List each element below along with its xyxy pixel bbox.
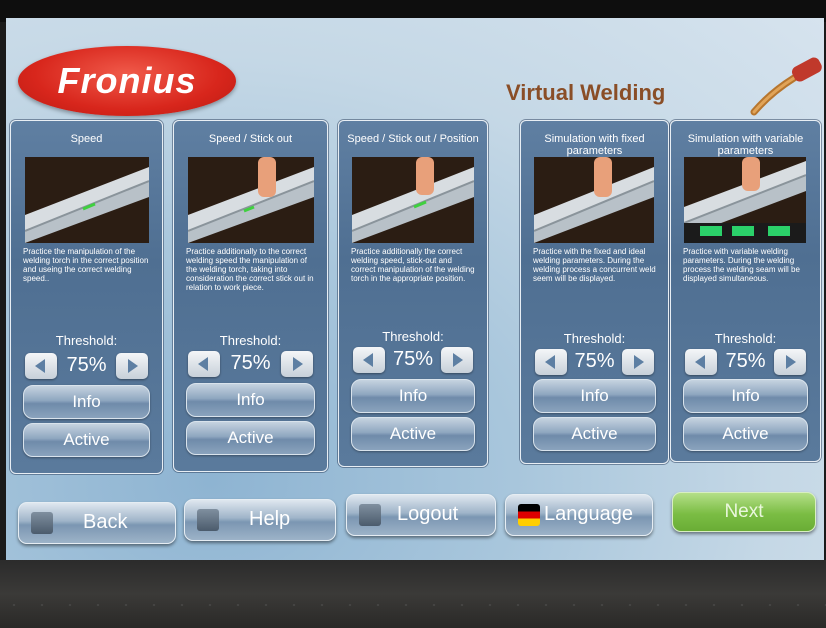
weld-preview-image [684, 157, 806, 243]
threshold-label: Threshold: [563, 331, 626, 346]
right-arrow-icon [128, 359, 138, 373]
mode-card-speed: Speed Practice the manipulation of the w… [10, 120, 163, 474]
threshold-value: 75% [574, 350, 615, 372]
question-icon [197, 509, 219, 531]
right-arrow-icon [293, 357, 303, 371]
threshold-increase-button[interactable] [281, 351, 313, 377]
weld-preview-image [352, 157, 474, 243]
mode-description: Practice with variable welding parameter… [683, 247, 800, 283]
weld-preview-image [25, 157, 149, 243]
threshold-increase-button[interactable] [774, 349, 806, 375]
logout-label: Logout [397, 503, 459, 525]
threshold-label: Threshold: [219, 333, 282, 348]
flag-icon [518, 504, 540, 526]
threshold-value: 75% [725, 350, 766, 372]
active-button[interactable]: Active [533, 417, 656, 451]
threshold-value: 75% [392, 348, 434, 370]
right-arrow-icon [786, 355, 796, 369]
left-arrow-icon [545, 355, 555, 369]
mode-title: Speed / Stick out [208, 133, 293, 145]
mode-description: Practice additionally to the correct wel… [186, 247, 314, 292]
language-button[interactable]: Language [505, 494, 653, 536]
mode-title: Speed [70, 133, 103, 145]
mode-card-simulation-variable: Simulation with variable parameters Prac… [670, 120, 821, 462]
weld-preview-image [188, 157, 314, 243]
threshold-control: 75% [25, 353, 148, 379]
threshold-increase-button[interactable] [116, 353, 148, 379]
back-label: Back [83, 511, 128, 533]
threshold-control: 75% [188, 351, 313, 377]
mode-description: Practice the manipulation of the welding… [23, 247, 149, 283]
info-button[interactable]: Info [351, 379, 475, 413]
info-button[interactable]: Info [186, 383, 315, 417]
weld-preview-image [534, 157, 654, 243]
left-arrow-icon [198, 357, 208, 371]
threshold-control: 75% [535, 349, 654, 375]
threshold-decrease-button[interactable] [353, 347, 385, 373]
mode-card-simulation-fixed: Simulation with fixed parameters Practic… [520, 120, 669, 464]
threshold-label: Threshold: [382, 329, 444, 344]
left-arrow-icon [35, 359, 45, 373]
threshold-label: Threshold: [714, 331, 777, 346]
threshold-decrease-button[interactable] [25, 353, 57, 379]
mode-card-speed-stick-out-position: Speed / Stick out / Position Practice ad… [338, 120, 488, 467]
app-title: Virtual Welding [506, 80, 666, 105]
threshold-value: 75% [66, 354, 107, 376]
monitor-bezel-bottom [0, 560, 826, 628]
active-button[interactable]: Active [23, 423, 150, 457]
info-button[interactable]: Info [533, 379, 656, 413]
left-arrow-icon [695, 355, 705, 369]
threshold-increase-button[interactable] [441, 347, 473, 373]
left-arrow-icon [363, 353, 373, 367]
threshold-value: 75% [230, 352, 271, 374]
back-button[interactable]: Back [18, 502, 176, 544]
active-button[interactable]: Active [683, 417, 808, 451]
help-button[interactable]: Help [184, 499, 336, 541]
mode-title: Speed / Stick out / Position [347, 133, 479, 145]
logo-text: Fronius [57, 60, 197, 101]
info-button[interactable]: Info [683, 379, 808, 413]
help-label: Help [249, 508, 291, 530]
key-icon [359, 504, 381, 526]
home-icon [31, 512, 53, 534]
logout-button[interactable]: Logout [346, 494, 496, 536]
mode-title: Simulation with variable parameters [687, 133, 804, 157]
active-button[interactable]: Active [186, 421, 315, 455]
threshold-decrease-button[interactable] [535, 349, 567, 375]
right-arrow-icon [634, 355, 644, 369]
language-label: Language [544, 503, 633, 525]
mode-description: Practice with the fixed and ideal weldin… [533, 247, 656, 283]
right-arrow-icon [453, 353, 463, 367]
threshold-label: Threshold: [55, 333, 118, 348]
info-button[interactable]: Info [23, 385, 150, 419]
threshold-decrease-button[interactable] [188, 351, 220, 377]
threshold-control: 75% [353, 347, 473, 373]
welding-torch-icon [750, 57, 822, 116]
mode-title: Simulation with fixed parameters [544, 133, 645, 157]
fronius-logo: Fronius [18, 46, 236, 116]
mode-card-speed-stick-out: Speed / Stick out Practice additionally … [173, 120, 328, 472]
threshold-decrease-button[interactable] [685, 349, 717, 375]
active-button[interactable]: Active [351, 417, 475, 451]
mode-description: Practice additionally the correct weldin… [351, 247, 475, 283]
bezel-texture [0, 600, 826, 610]
next-button[interactable]: Next [672, 492, 816, 532]
threshold-control: 75% [685, 349, 806, 375]
threshold-increase-button[interactable] [622, 349, 654, 375]
